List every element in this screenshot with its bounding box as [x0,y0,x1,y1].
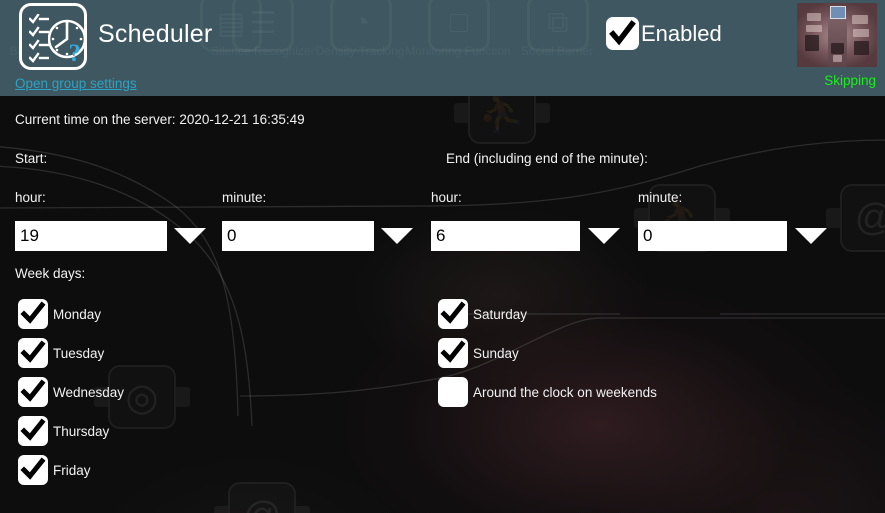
shelf [807,13,821,21]
app-header: ▤ ☰ ◔ □ ⧉ Blurred Faces Silence Recogniz… [0,0,885,96]
shelf [805,35,819,51]
weekday-label: Wednesday [53,384,125,400]
check-icon [20,340,46,363]
check-icon [440,301,466,324]
scheduler-app-window: ◎ @ ⛹ ⛹ @ ▤ ☰ ◔ □ [0,0,885,513]
sunday-checkbox[interactable] [438,338,468,368]
weekday-row-monday[interactable]: Monday [18,299,101,329]
weekday-row-friday[interactable]: Friday [18,455,91,485]
enabled-checkbox[interactable] [606,17,639,50]
checklist-icon [29,14,49,63]
weekday-row-sunday[interactable]: Sunday [438,338,519,368]
enabled-toggle[interactable]: Enabled [606,17,722,50]
enabled-label: Enabled [641,20,722,46]
table [831,43,844,54]
weekday-label: Saturday [473,306,528,322]
page-title: Scheduler [98,20,213,48]
bg-tile-glyph: ☰ [249,6,277,40]
bg-tile-glyph: ◔ [351,6,371,39]
weekday-label: Tuesday [53,345,105,361]
check-icon [20,457,46,480]
weekday-row-wednesday[interactable]: Wednesday [18,377,124,407]
weekday-label: Monday [53,306,102,322]
friday-checkbox[interactable] [18,455,48,485]
shelf [853,29,869,37]
bg-tile-monitoring-function: □ [428,0,490,52]
camera-thumbnail[interactable] [797,3,877,67]
start-hour-dropdown-arrow[interactable] [174,228,206,244]
server-time-label: Current time on the server: 2020-12-21 1… [15,112,305,127]
start-minute-input[interactable] [222,221,374,251]
shelf [854,41,869,55]
start-hour-input[interactable] [15,221,167,251]
weekday-label: Sunday [473,345,519,361]
open-group-settings-link[interactable]: Open group settings [15,76,137,91]
weekday-row-tuesday[interactable]: Tuesday [18,338,104,368]
check-icon [609,20,636,46]
bg-tile-glyph: ⧉ [547,6,569,39]
end-minute-input[interactable] [638,221,787,251]
start-minute-dropdown-arrow[interactable] [381,228,413,244]
end-minute-label: minute: [638,190,683,205]
thursday-checkbox[interactable] [18,416,48,446]
start-hour-label: hour: [15,190,46,205]
scheduler-app-icon: ? [19,3,87,70]
weekday-row-saturday[interactable]: Saturday [438,299,527,329]
end-minute-dropdown-arrow[interactable] [795,228,827,244]
check-icon [20,418,46,441]
weekday-label: Thursday [53,423,110,439]
saturday-checkbox[interactable] [438,299,468,329]
help-badge-icon: ? [68,40,82,67]
bg-tile-silence-recognizer: ☰ [232,0,294,52]
end-hour-label: hour: [431,190,462,205]
shelf [806,25,822,32]
bg-caption: Density Tracking [315,44,405,58]
bg-tile-glyph: □ [449,6,469,39]
scheduler-form: Current time on the server: 2020-12-21 1… [0,96,885,513]
end-hour-input[interactable] [431,221,580,251]
end-hour-dropdown-arrow[interactable] [588,228,620,244]
end-section-label: End (including end of the minute): [446,151,648,166]
bg-tile-social-barrier: ⧉ [527,0,589,52]
bg-tile-density-tracking: ◔ [330,0,392,52]
start-minute-label: minute: [222,190,267,205]
around-the-clock-label: Around the clock on weekends [473,384,657,400]
check-icon [20,301,46,324]
bg-caption: Silence Recognizer [211,44,315,58]
bg-caption: Monitoring Function [405,44,511,58]
tuesday-checkbox[interactable] [18,338,48,368]
around-the-clock-row[interactable]: Around the clock on weekends [438,377,657,407]
box [833,55,842,62]
shelf [852,15,868,24]
monday-checkbox[interactable] [18,299,48,329]
week-days-label: Week days: [15,266,86,281]
check-icon [440,340,466,363]
weekday-label: Friday [53,462,91,478]
check-icon [20,379,46,402]
status-badge: Skipping [824,73,876,88]
around-the-clock-checkbox[interactable] [438,377,468,407]
weekday-row-thursday[interactable]: Thursday [18,416,109,446]
wall-screen [830,6,846,19]
bg-caption: Social Barrier [520,44,594,58]
start-section-label: Start: [15,151,48,166]
wednesday-checkbox[interactable] [18,377,48,407]
